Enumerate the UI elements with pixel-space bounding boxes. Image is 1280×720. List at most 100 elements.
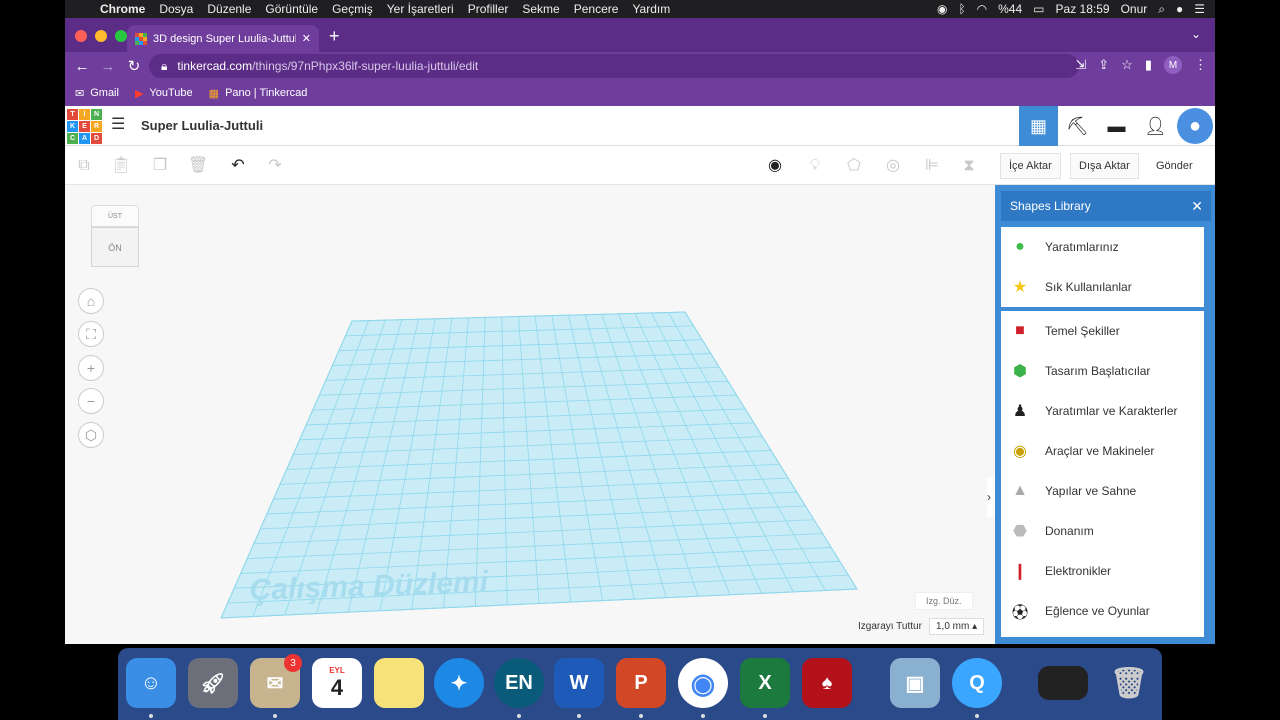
siri-icon[interactable]: ● <box>1176 2 1183 16</box>
ungroup-icon[interactable]: ◎ <box>882 155 904 177</box>
reload-button[interactable]: ↻ <box>121 57 147 75</box>
control-center-icon[interactable]: ☰ <box>1194 2 1205 16</box>
safari-icon[interactable]: ✦ <box>434 658 484 708</box>
minimize-window-button[interactable] <box>95 30 107 42</box>
library-item-basic-shapes[interactable]: ■ Temel Şekiller <box>1001 311 1204 351</box>
share-icon[interactable]: ⇪ <box>1098 57 1109 73</box>
browser-tab[interactable]: 3D design Super Luulia-Juttuli ✕ <box>127 25 319 52</box>
excel-icon[interactable]: X <box>740 658 790 708</box>
add-user-icon[interactable]: 👤︎ <box>1136 106 1175 146</box>
forward-button[interactable]: → <box>95 58 121 75</box>
library-item-design-starters[interactable]: ⬢ Tasarım Başlatıcılar <box>1001 351 1204 391</box>
install-app-icon[interactable]: ⇲ <box>1075 57 1086 73</box>
powerpoint-icon[interactable]: P <box>616 658 666 708</box>
mirror-icon[interactable]: ⧗ <box>958 155 980 177</box>
duplicate-icon[interactable]: ❐ <box>149 155 171 177</box>
zoom-out-icon[interactable]: − <box>78 388 104 414</box>
user-avatar[interactable]: ● <box>1177 108 1213 144</box>
copy-icon[interactable]: ⧉ <box>73 155 95 177</box>
menu-item[interactable]: Görüntüle <box>258 2 325 16</box>
library-item-games[interactable]: ⚽︎ Eğlence ve Oyunlar <box>1001 591 1204 631</box>
library-item-favorites[interactable]: ★ Sık Kullanılanlar <box>1001 267 1204 307</box>
library-item-your-creations[interactable]: ● Yaratımlarınız <box>1001 227 1204 267</box>
zoom-window-button[interactable] <box>115 30 127 42</box>
import-button[interactable]: İçe Aktar <box>1000 153 1061 179</box>
wifi-icon[interactable]: ◠ <box>977 2 987 16</box>
preview-icon[interactable]: ▣ <box>890 658 940 708</box>
tinkercad-logo[interactable]: T I N K E R C A D <box>67 109 102 144</box>
menu-item[interactable]: Yardım <box>625 2 677 16</box>
3d-view-grid-icon[interactable]: ▦ <box>1019 106 1058 146</box>
user-name[interactable]: Onur <box>1121 2 1148 16</box>
new-tab-button[interactable]: + <box>329 26 340 47</box>
kebab-menu-icon[interactable]: ⋮ <box>1194 57 1207 73</box>
bluetooth-icon[interactable]: ᛒ <box>958 2 965 16</box>
fit-view-icon[interactable]: ⛶ <box>78 321 104 347</box>
bookmark-youtube[interactable]: ▶ YouTube <box>135 87 193 100</box>
chrome-icon[interactable]: ◉ <box>678 658 728 708</box>
acrobat-icon[interactable]: ♠ <box>802 658 852 708</box>
side-panel-icon[interactable]: ▮ <box>1145 57 1152 73</box>
library-item-electronics[interactable]: ❙ Elektronikler <box>1001 551 1204 591</box>
close-icon[interactable]: ✕ <box>1191 191 1203 221</box>
view-cube-top[interactable]: ÜST <box>91 205 139 227</box>
shapes-library-header[interactable]: Shapes Library ✕ <box>1001 191 1211 221</box>
workplane-grid[interactable]: Çalışma Düzlemi <box>65 185 995 644</box>
menu-item[interactable]: Sekme <box>515 2 566 16</box>
menu-item[interactable]: Geçmiş <box>325 2 380 16</box>
minimized-window-icon[interactable] <box>1038 666 1088 700</box>
menu-app-name[interactable]: Chrome <box>93 2 152 16</box>
trash-icon[interactable]: 🗑︎ <box>1104 658 1154 708</box>
bookmark-star-icon[interactable]: ☆ <box>1121 57 1133 73</box>
align-icon[interactable]: ⊫ <box>921 155 943 177</box>
calendar-icon[interactable]: EYL 4 <box>312 658 362 708</box>
word-icon[interactable]: W <box>554 658 604 708</box>
paste-icon[interactable]: 📋︎ <box>110 155 132 177</box>
library-item-vehicles[interactable]: ◉ Araçlar ve Makineler <box>1001 431 1204 471</box>
tab-search-icon[interactable]: ⌄ <box>1191 27 1201 41</box>
record-icon[interactable]: ◉ <box>937 2 947 16</box>
finder-icon[interactable]: ☺ <box>126 658 176 708</box>
view-cube[interactable]: ÜST ÖN <box>89 205 141 267</box>
quicktime-icon[interactable]: Q <box>952 658 1002 708</box>
menu-item[interactable]: Düzenle <box>200 2 258 16</box>
search-icon[interactable]: ⌕ <box>1158 2 1165 17</box>
launchpad-icon[interactable]: 🚀︎ <box>188 658 238 708</box>
light-bulb-icon[interactable]: 💡︎ <box>804 155 826 177</box>
redo-icon[interactable]: ↷ <box>264 155 286 177</box>
group-icon[interactable]: ⬠ <box>843 155 865 177</box>
bookmark-gmail[interactable]: ✉ Gmail <box>75 87 119 100</box>
close-tab-icon[interactable]: ✕ <box>302 32 311 45</box>
snap-grid-select[interactable]: 1,0 mm ▴ <box>929 618 985 635</box>
notes-app-icon[interactable] <box>374 658 424 708</box>
bricks-icon[interactable]: ▬ <box>1097 106 1136 146</box>
profile-avatar[interactable]: M <box>1164 56 1182 74</box>
notes-icon[interactable]: ◉ <box>764 155 786 177</box>
menu-item[interactable]: Pencere <box>567 2 626 16</box>
library-item-characters[interactable]: ♟ Yaratımlar ve Karakterler <box>1001 391 1204 431</box>
design-list-icon[interactable]: ☰ <box>111 117 129 133</box>
delete-icon[interactable]: 🗑︎ <box>187 155 209 177</box>
pickaxe-icon[interactable]: ⛏ <box>1058 106 1097 146</box>
close-window-button[interactable] <box>75 30 87 42</box>
home-view-icon[interactable]: ⌂ <box>78 288 104 314</box>
undo-icon[interactable]: ↶ <box>227 155 249 177</box>
zoom-in-icon[interactable]: + <box>78 355 104 381</box>
en-app-icon[interactable]: EN <box>494 658 544 708</box>
view-cube-front[interactable]: ÖN <box>91 227 139 267</box>
library-item-hardware[interactable]: ⬣ Donanım <box>1001 511 1204 551</box>
3d-workspace[interactable]: Çalışma Düzlemi ÜST ÖN ⌂ ⛶ + − ⬡ Izg. Dü… <box>65 185 997 644</box>
perspective-icon[interactable]: ⬡ <box>78 422 104 448</box>
datetime[interactable]: Paz 18:59 <box>1056 2 1110 16</box>
library-item-structures[interactable]: ▲ Yapılar ve Sahne <box>1001 471 1204 511</box>
send-button[interactable]: Gönder <box>1147 153 1202 179</box>
back-button[interactable]: ← <box>69 58 95 75</box>
address-bar[interactable]: 🔒︎ tinkercad.com/things/97nPhpx36lf-supe… <box>149 54 1079 78</box>
battery-percent[interactable]: %44 <box>998 2 1022 16</box>
bookmark-tinkercad[interactable]: ▦ Pano | Tinkercad <box>209 87 308 100</box>
menu-item[interactable]: Yer İşaretleri <box>380 2 461 16</box>
export-button[interactable]: Dışa Aktar <box>1070 153 1139 179</box>
design-title[interactable]: Super Luulia-Juttuli <box>141 118 263 133</box>
edit-grid-button[interactable]: Izg. Düz. <box>915 592 973 610</box>
menu-item[interactable]: Profiller <box>461 2 516 16</box>
